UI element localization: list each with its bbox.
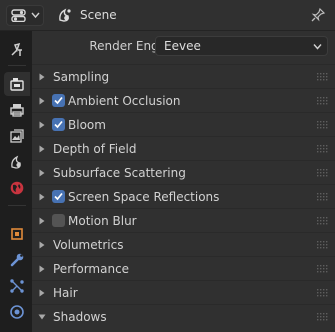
disclosure-right-icon <box>39 169 45 177</box>
panel-enable-checkbox[interactable] <box>52 94 65 107</box>
tab-separator <box>8 65 26 66</box>
tab-world[interactable] <box>4 176 30 200</box>
tab-particles[interactable] <box>4 274 30 298</box>
panel-header[interactable]: Ambient Occlusion <box>32 88 335 112</box>
panel-header[interactable]: Shadows <box>32 304 335 328</box>
panel-label: Depth of Field <box>53 142 137 156</box>
tab-physics[interactable] <box>4 300 30 324</box>
panel-label: Subsurface Scattering <box>53 166 186 180</box>
panel-header[interactable]: Sampling <box>32 64 335 88</box>
checkmark-icon <box>54 96 63 105</box>
disclosure-down-icon <box>38 314 46 320</box>
editor-header: Scene <box>0 0 335 31</box>
disclosure-right-icon <box>39 97 45 105</box>
drag-handle-icon[interactable] <box>316 96 329 106</box>
world-globe-icon <box>10 181 24 195</box>
panel-header[interactable]: Motion Blur <box>32 208 335 232</box>
drag-handle-icon[interactable] <box>316 120 329 130</box>
panel-enable-checkbox[interactable] <box>52 214 65 227</box>
panel-label: Screen Space Reflections <box>68 190 220 204</box>
drag-handle-icon[interactable] <box>316 216 329 226</box>
render-camera-icon <box>10 78 24 91</box>
panel-enable-checkbox[interactable] <box>52 118 65 131</box>
printer-output-icon <box>10 104 24 117</box>
scene-icon <box>11 155 21 169</box>
particles-icon <box>10 279 24 293</box>
tab-separator <box>8 205 26 206</box>
drag-handle-icon[interactable] <box>316 240 329 250</box>
drag-handle-icon[interactable] <box>316 288 329 298</box>
disclosure-right-icon <box>39 289 45 297</box>
scene-icon <box>59 8 71 22</box>
checkmark-icon <box>54 120 63 129</box>
drag-handle-icon[interactable] <box>316 72 329 82</box>
panel-list: Sampling Ambient Occlusion Bloom Depth of F… <box>32 64 335 328</box>
render-engine-dropdown[interactable]: Eevee <box>155 36 328 56</box>
properties-content: Render Engine Eevee Sampling Ambient Occl… <box>32 31 335 332</box>
tab-object[interactable] <box>4 222 30 246</box>
panel-header[interactable]: Subsurface Scattering <box>32 160 335 184</box>
disclosure-right-icon <box>39 217 45 225</box>
properties-editor-icon <box>11 9 26 22</box>
physics-circle-icon <box>10 305 24 319</box>
properties-tabs <box>0 31 32 332</box>
image-layers-icon <box>10 129 24 143</box>
panel-label: Hair <box>53 286 78 300</box>
panel-header[interactable]: Bloom <box>32 112 335 136</box>
drag-handle-icon[interactable] <box>316 312 329 322</box>
render-engine-value: Eevee <box>164 39 201 53</box>
panel-header[interactable]: Performance <box>32 256 335 280</box>
panel-label: Ambient Occlusion <box>68 94 181 108</box>
panel-label: Sampling <box>53 70 110 84</box>
disclosure-right-icon <box>39 145 45 153</box>
context-title: Scene <box>80 8 117 22</box>
tab-output[interactable] <box>4 98 30 122</box>
panel-enable-checkbox[interactable] <box>52 190 65 203</box>
tab-scene[interactable] <box>4 150 30 174</box>
panel-header[interactable]: Depth of Field <box>32 136 335 160</box>
disclosure-right-icon <box>39 121 45 129</box>
panel-header[interactable]: Volumetrics <box>32 232 335 256</box>
drag-handle-icon[interactable] <box>316 144 329 154</box>
render-engine-row: Render Engine Eevee <box>32 35 335 57</box>
disclosure-right-icon <box>39 73 45 81</box>
wrench-icon <box>10 253 24 267</box>
drag-handle-icon[interactable] <box>316 168 329 178</box>
panel-label: Volumetrics <box>53 238 124 252</box>
panel-label: Bloom <box>68 118 106 132</box>
drag-handle-icon[interactable] <box>316 192 329 202</box>
panel-label: Motion Blur <box>68 214 137 228</box>
tab-tool[interactable] <box>4 38 30 62</box>
pin-icon[interactable] <box>310 7 326 23</box>
properties-editor: Scene Render Engine Eevee Sampling Ambie… <box>0 0 335 332</box>
editor-type-selector[interactable] <box>6 5 44 26</box>
object-square-icon <box>11 228 23 240</box>
disclosure-right-icon <box>39 265 45 273</box>
disclosure-right-icon <box>39 241 45 249</box>
panel-label: Performance <box>53 262 130 276</box>
panel-label: Shadows <box>53 310 107 324</box>
drag-handle-icon[interactable] <box>316 264 329 274</box>
chevron-down-icon <box>313 44 322 50</box>
panel-header[interactable]: Screen Space Reflections <box>32 184 335 208</box>
tab-modifiers[interactable] <box>4 248 30 272</box>
chevron-down-icon <box>31 12 40 19</box>
panel-header[interactable]: Hair <box>32 280 335 304</box>
checkmark-icon <box>54 192 63 201</box>
tab-render[interactable] <box>4 72 30 96</box>
disclosure-right-icon <box>39 193 45 201</box>
tool-settings-icon <box>11 42 22 56</box>
tab-view-layer[interactable] <box>4 124 30 148</box>
